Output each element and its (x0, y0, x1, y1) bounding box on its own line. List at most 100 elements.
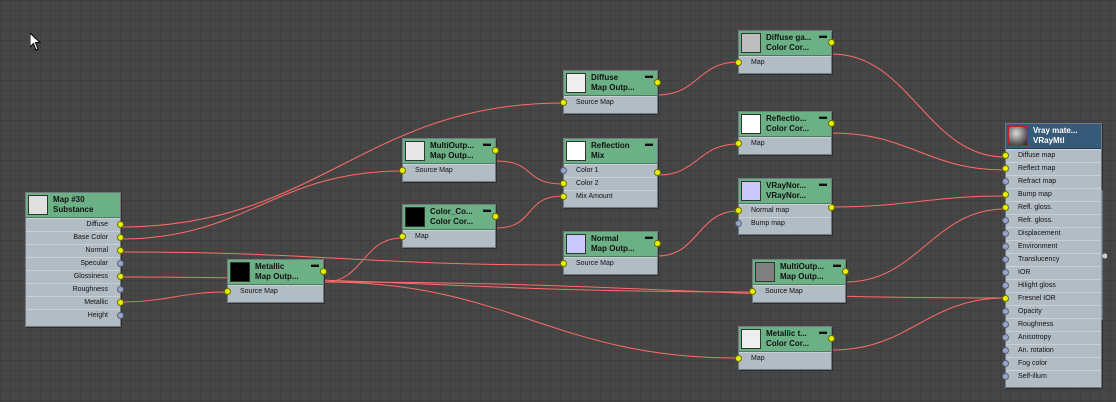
socket-normal-map[interactable]: Normal map (735, 204, 831, 217)
minimize-button[interactable]: ▬ (819, 327, 827, 336)
minimize-button[interactable]: ▬ (645, 71, 653, 80)
output-socket[interactable] (828, 120, 835, 127)
socket-translucency[interactable]: Translucency (1002, 253, 1101, 266)
socket-anisotropy[interactable]: Anisotropy (1002, 331, 1101, 344)
socket-dot[interactable] (1002, 308, 1009, 315)
socket-dot[interactable] (399, 167, 406, 174)
socket-displacement[interactable]: Displacement (1002, 227, 1101, 240)
socket-mix-amount[interactable]: Mix Amount (560, 190, 657, 203)
reflection-mix-node[interactable]: Reflection Mix ▬ Color 1 Color 2 Mix Amo… (560, 138, 661, 208)
socket-dot[interactable] (1002, 204, 1009, 211)
output-socket[interactable] (828, 335, 835, 342)
node-header[interactable]: MultiOutp... Map Outp... ▬ (753, 260, 849, 285)
socket-refract-map[interactable]: Refract map (1002, 175, 1101, 188)
diffuse-output-node[interactable]: Diffuse Map Outp... ▬ Source Map (560, 70, 661, 114)
socket-map[interactable]: Map (735, 352, 831, 365)
socket-source-map[interactable]: Source Map (399, 164, 495, 177)
socket-refl-gloss[interactable]: Refl. gloss. (1002, 201, 1101, 214)
socket-source-map[interactable]: Source Map (749, 285, 845, 298)
color-correct-node[interactable]: Color_Co... Color Cor... ▬ Map (399, 204, 499, 248)
metallic-output-node[interactable]: Metallic Map Outp... ▬ Source Map (224, 259, 327, 303)
socket-bump-map[interactable]: Bump map (735, 217, 831, 230)
socket-ior[interactable]: IOR (1002, 266, 1101, 279)
node-header[interactable]: Reflection Mix ▬ (564, 139, 661, 176)
socket-dot[interactable] (399, 233, 406, 240)
socket-glossiness[interactable]: Glossiness (26, 270, 124, 283)
socket-dot[interactable] (1002, 165, 1009, 172)
socket-dot[interactable] (735, 355, 742, 362)
socket-reflect-map[interactable]: Reflect map (1002, 162, 1101, 175)
socket-dot[interactable] (224, 288, 231, 295)
socket-dot[interactable] (749, 288, 756, 295)
minimize-button[interactable]: ▬ (645, 139, 653, 148)
socket-dot[interactable] (735, 59, 742, 66)
socket-dot[interactable] (560, 167, 567, 174)
socket-dot[interactable] (1002, 321, 1009, 328)
socket-dot[interactable] (1002, 295, 1009, 302)
multioutput-node[interactable]: MultiOutp... Map Outp... ▬ Source Map (399, 138, 499, 182)
node-header[interactable]: Diffuse ga... Color Cor... ▬ (739, 31, 835, 56)
socket-dot[interactable] (117, 234, 124, 241)
socket-hilight-gloss[interactable]: Hilight gloss (1002, 279, 1101, 292)
socket-diffuse[interactable]: Diffuse (26, 218, 124, 231)
output-socket[interactable] (492, 147, 499, 154)
node-header[interactable]: Map #30 Substance (26, 193, 120, 218)
socket-dot[interactable] (117, 299, 124, 306)
metallic-color-correct-node[interactable]: Metallic t... Color Cor... ▬ Map (735, 326, 835, 370)
minimize-button[interactable]: ▬ (833, 260, 841, 269)
socket-dot[interactable] (117, 286, 124, 293)
minimize-button[interactable]: ▬ (311, 260, 319, 269)
socket-dot[interactable] (117, 247, 124, 254)
minimize-button[interactable]: ▬ (483, 205, 491, 214)
socket-dot[interactable] (1002, 347, 1009, 354)
socket-dot[interactable] (1002, 243, 1009, 250)
socket-dot[interactable] (1002, 360, 1009, 367)
socket-roughness[interactable]: Roughness (1002, 318, 1101, 331)
socket-dot[interactable] (735, 207, 742, 214)
socket-base-color[interactable]: Base Color (26, 231, 124, 244)
output-socket[interactable] (654, 240, 661, 247)
socket-an-rotation[interactable]: An. rotation (1002, 344, 1101, 357)
output-socket[interactable] (320, 268, 327, 275)
socket-color-1[interactable]: Color 1 (560, 164, 657, 177)
socket-dot[interactable] (1002, 269, 1009, 276)
vraynormal-node[interactable]: VRayNor... VRayNor... ▬ Normal map Bump … (735, 178, 835, 235)
socket-dot[interactable] (1002, 282, 1009, 289)
socket-dot[interactable] (735, 220, 742, 227)
socket-dot[interactable] (117, 312, 124, 319)
socket-dot[interactable] (117, 260, 124, 267)
diffuse-gamma-node[interactable]: Diffuse ga... Color Cor... ▬ Map (735, 30, 835, 74)
socket-source-map[interactable]: Source Map (224, 285, 323, 298)
socket-self-illum[interactable]: Self-illum (1002, 370, 1101, 383)
node-header[interactable]: Metallic Map Outp... ▬ (228, 260, 327, 285)
socket-environment[interactable]: Environment (1002, 240, 1101, 253)
minimize-button[interactable]: ▬ (819, 112, 827, 121)
output-socket[interactable] (492, 213, 499, 220)
socket-dot[interactable] (560, 193, 567, 200)
socket-color-2[interactable]: Color 2 (560, 177, 657, 190)
socket-height[interactable]: Height (26, 309, 124, 322)
node-header[interactable]: Color_Co... Color Cor... ▬ (403, 205, 499, 230)
socket-refr-gloss[interactable]: Refr. gloss. (1002, 214, 1101, 227)
socket-dot[interactable] (735, 140, 742, 147)
socket-dot[interactable] (1002, 256, 1009, 263)
socket-dot[interactable] (117, 273, 124, 280)
node-header[interactable]: Metallic t... Color Cor... ▬ (739, 327, 835, 352)
substance-node[interactable]: Map #30 Substance Diffuse Base Color Nor… (25, 192, 124, 327)
socket-fog-color[interactable]: Fog color (1002, 357, 1101, 370)
node-header[interactable]: VRayNor... VRayNor... ▬ (739, 179, 835, 211)
node-header[interactable]: Diffuse Map Outp... ▬ (564, 71, 661, 96)
multioutput-node-2[interactable]: MultiOutp... Map Outp... ▬ Source Map (749, 259, 849, 303)
socket-roughness[interactable]: Roughness (26, 283, 124, 296)
socket-map[interactable]: Map (399, 230, 495, 243)
socket-dot[interactable] (1002, 230, 1009, 237)
minimize-button[interactable]: ▬ (483, 139, 491, 148)
socket-dot[interactable] (1002, 373, 1009, 380)
socket-dot[interactable] (560, 180, 567, 187)
socket-metallic[interactable]: Metallic (26, 296, 124, 309)
node-header[interactable]: Reflectio... Color Cor... ▬ (739, 112, 835, 137)
node-header[interactable]: Vray mate... VRayMtl (1006, 124, 1101, 149)
output-socket[interactable] (828, 39, 835, 46)
output-socket[interactable] (842, 268, 849, 275)
socket-diffuse-map[interactable]: Diffuse map (1002, 149, 1101, 162)
